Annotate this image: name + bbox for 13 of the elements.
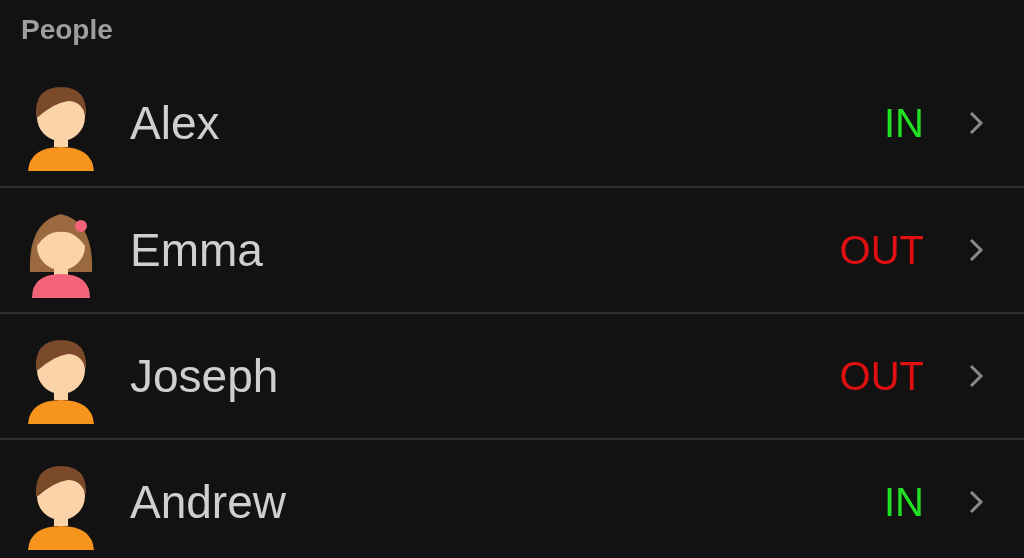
person-name[interactable]: Alex bbox=[130, 88, 220, 158]
chevron-right-icon[interactable] bbox=[968, 237, 984, 263]
status-label: OUT bbox=[839, 227, 924, 274]
chevron-right-icon[interactable] bbox=[968, 489, 984, 515]
person-name[interactable]: Joseph bbox=[130, 341, 279, 411]
person-name[interactable]: Andrew bbox=[130, 467, 286, 537]
status-label: IN bbox=[884, 479, 924, 526]
section-title: People bbox=[21, 13, 113, 47]
chevron-right-icon[interactable] bbox=[968, 110, 984, 136]
status-label: IN bbox=[884, 100, 924, 147]
person-name[interactable]: Emma bbox=[130, 215, 263, 285]
chevron-right-icon[interactable] bbox=[968, 363, 984, 389]
status-label: OUT bbox=[839, 353, 924, 400]
